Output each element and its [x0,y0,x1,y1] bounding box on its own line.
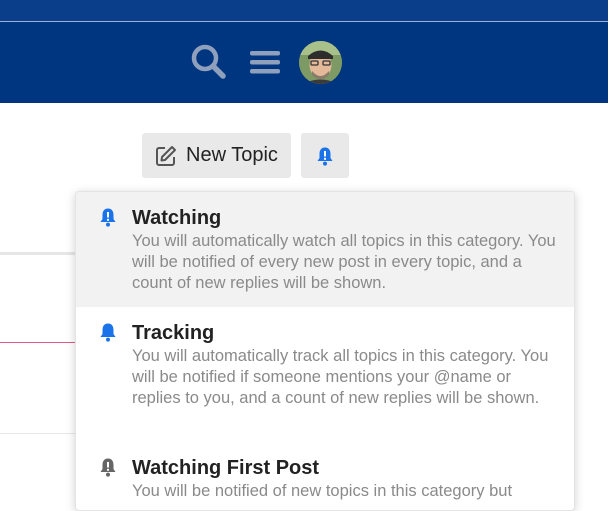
top-strip [0,0,608,22]
search-button[interactable] [188,42,228,82]
option-title: Watching [132,207,222,229]
option-description: You will automatically watch all topics … [132,232,556,292]
option-title: Tracking [132,322,215,344]
avatar-image [299,41,342,84]
new-topic-button[interactable]: New Topic [142,133,291,178]
option-title: Watching First Post [132,457,320,479]
new-topic-label: New Topic [186,144,278,166]
category-accent-line [0,342,76,343]
user-avatar[interactable] [299,41,342,84]
notification-level-menu: Watching You will automatically watch al… [75,191,575,511]
search-icon [191,44,226,79]
notification-option-watching-first-post[interactable]: Watching First Post You will be notified… [76,442,574,510]
bell-exclamation-icon [100,458,116,477]
list-divider [0,252,76,255]
list-divider [0,433,76,434]
option-description: You will automatically track all topics … [132,347,549,407]
notification-option-tracking[interactable]: Tracking You will automatically track al… [76,307,574,442]
bell-exclamation-icon [317,147,333,166]
bell-exclamation-icon [100,208,116,227]
option-description: You will be notified of new topics in th… [132,482,513,500]
notification-option-watching[interactable]: Watching You will automatically watch al… [76,192,574,307]
hamburger-menu-button[interactable] [246,42,284,82]
hamburger-menu-icon [250,51,280,74]
pencil-square-icon [156,145,176,166]
category-notifications-button[interactable] [301,133,349,178]
bell-icon [100,323,116,342]
